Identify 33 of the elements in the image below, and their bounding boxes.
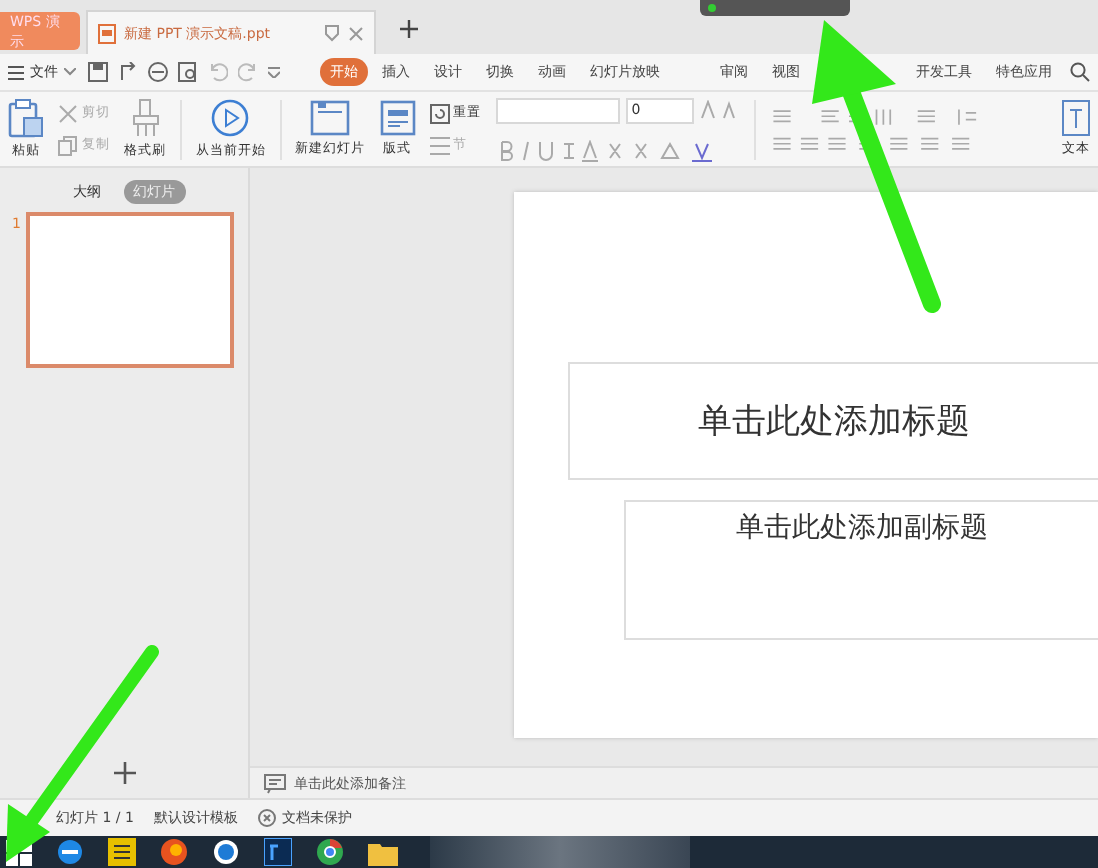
export-icon[interactable]	[118, 62, 138, 82]
save-icon[interactable]	[88, 62, 108, 82]
font-name-field[interactable]	[495, 97, 620, 123]
new-tab-icon[interactable]	[400, 20, 418, 38]
clipboard-icon	[8, 98, 44, 138]
shield-icon	[257, 808, 276, 828]
menu-icon	[8, 65, 24, 79]
preview-icon[interactable]	[178, 62, 198, 82]
close-icon[interactable]	[348, 25, 364, 41]
layout-icon	[379, 100, 416, 136]
caret-icon	[64, 68, 76, 76]
subtitle-placeholder[interactable]: 单击此处添加副标题	[624, 500, 1098, 640]
copy-icon	[58, 135, 78, 155]
more-icon[interactable]	[268, 66, 280, 78]
scissors-icon	[58, 103, 78, 123]
globe-icon[interactable]	[212, 838, 240, 866]
notes-app-icon[interactable]	[108, 838, 136, 866]
reset-icon	[429, 103, 450, 123]
text-box-icon	[1062, 100, 1090, 136]
title-placeholder[interactable]: 单击此处添加标题	[568, 362, 1098, 480]
play-icon	[210, 98, 251, 138]
chrome-icon[interactable]	[316, 838, 344, 866]
taskbar-window-thumbnail[interactable]	[430, 836, 690, 868]
search-icon[interactable]	[1070, 62, 1090, 82]
shield-icon[interactable]	[324, 24, 340, 42]
add-slide-button[interactable]	[109, 758, 139, 788]
note-icon	[264, 773, 286, 793]
slide-thumbnail[interactable]	[26, 212, 235, 368]
image-editor-icon[interactable]	[264, 838, 292, 866]
presentation-file-icon	[98, 23, 116, 43]
new-slide-icon	[310, 100, 351, 136]
brush-icon	[129, 98, 161, 138]
section-icon	[429, 135, 450, 155]
